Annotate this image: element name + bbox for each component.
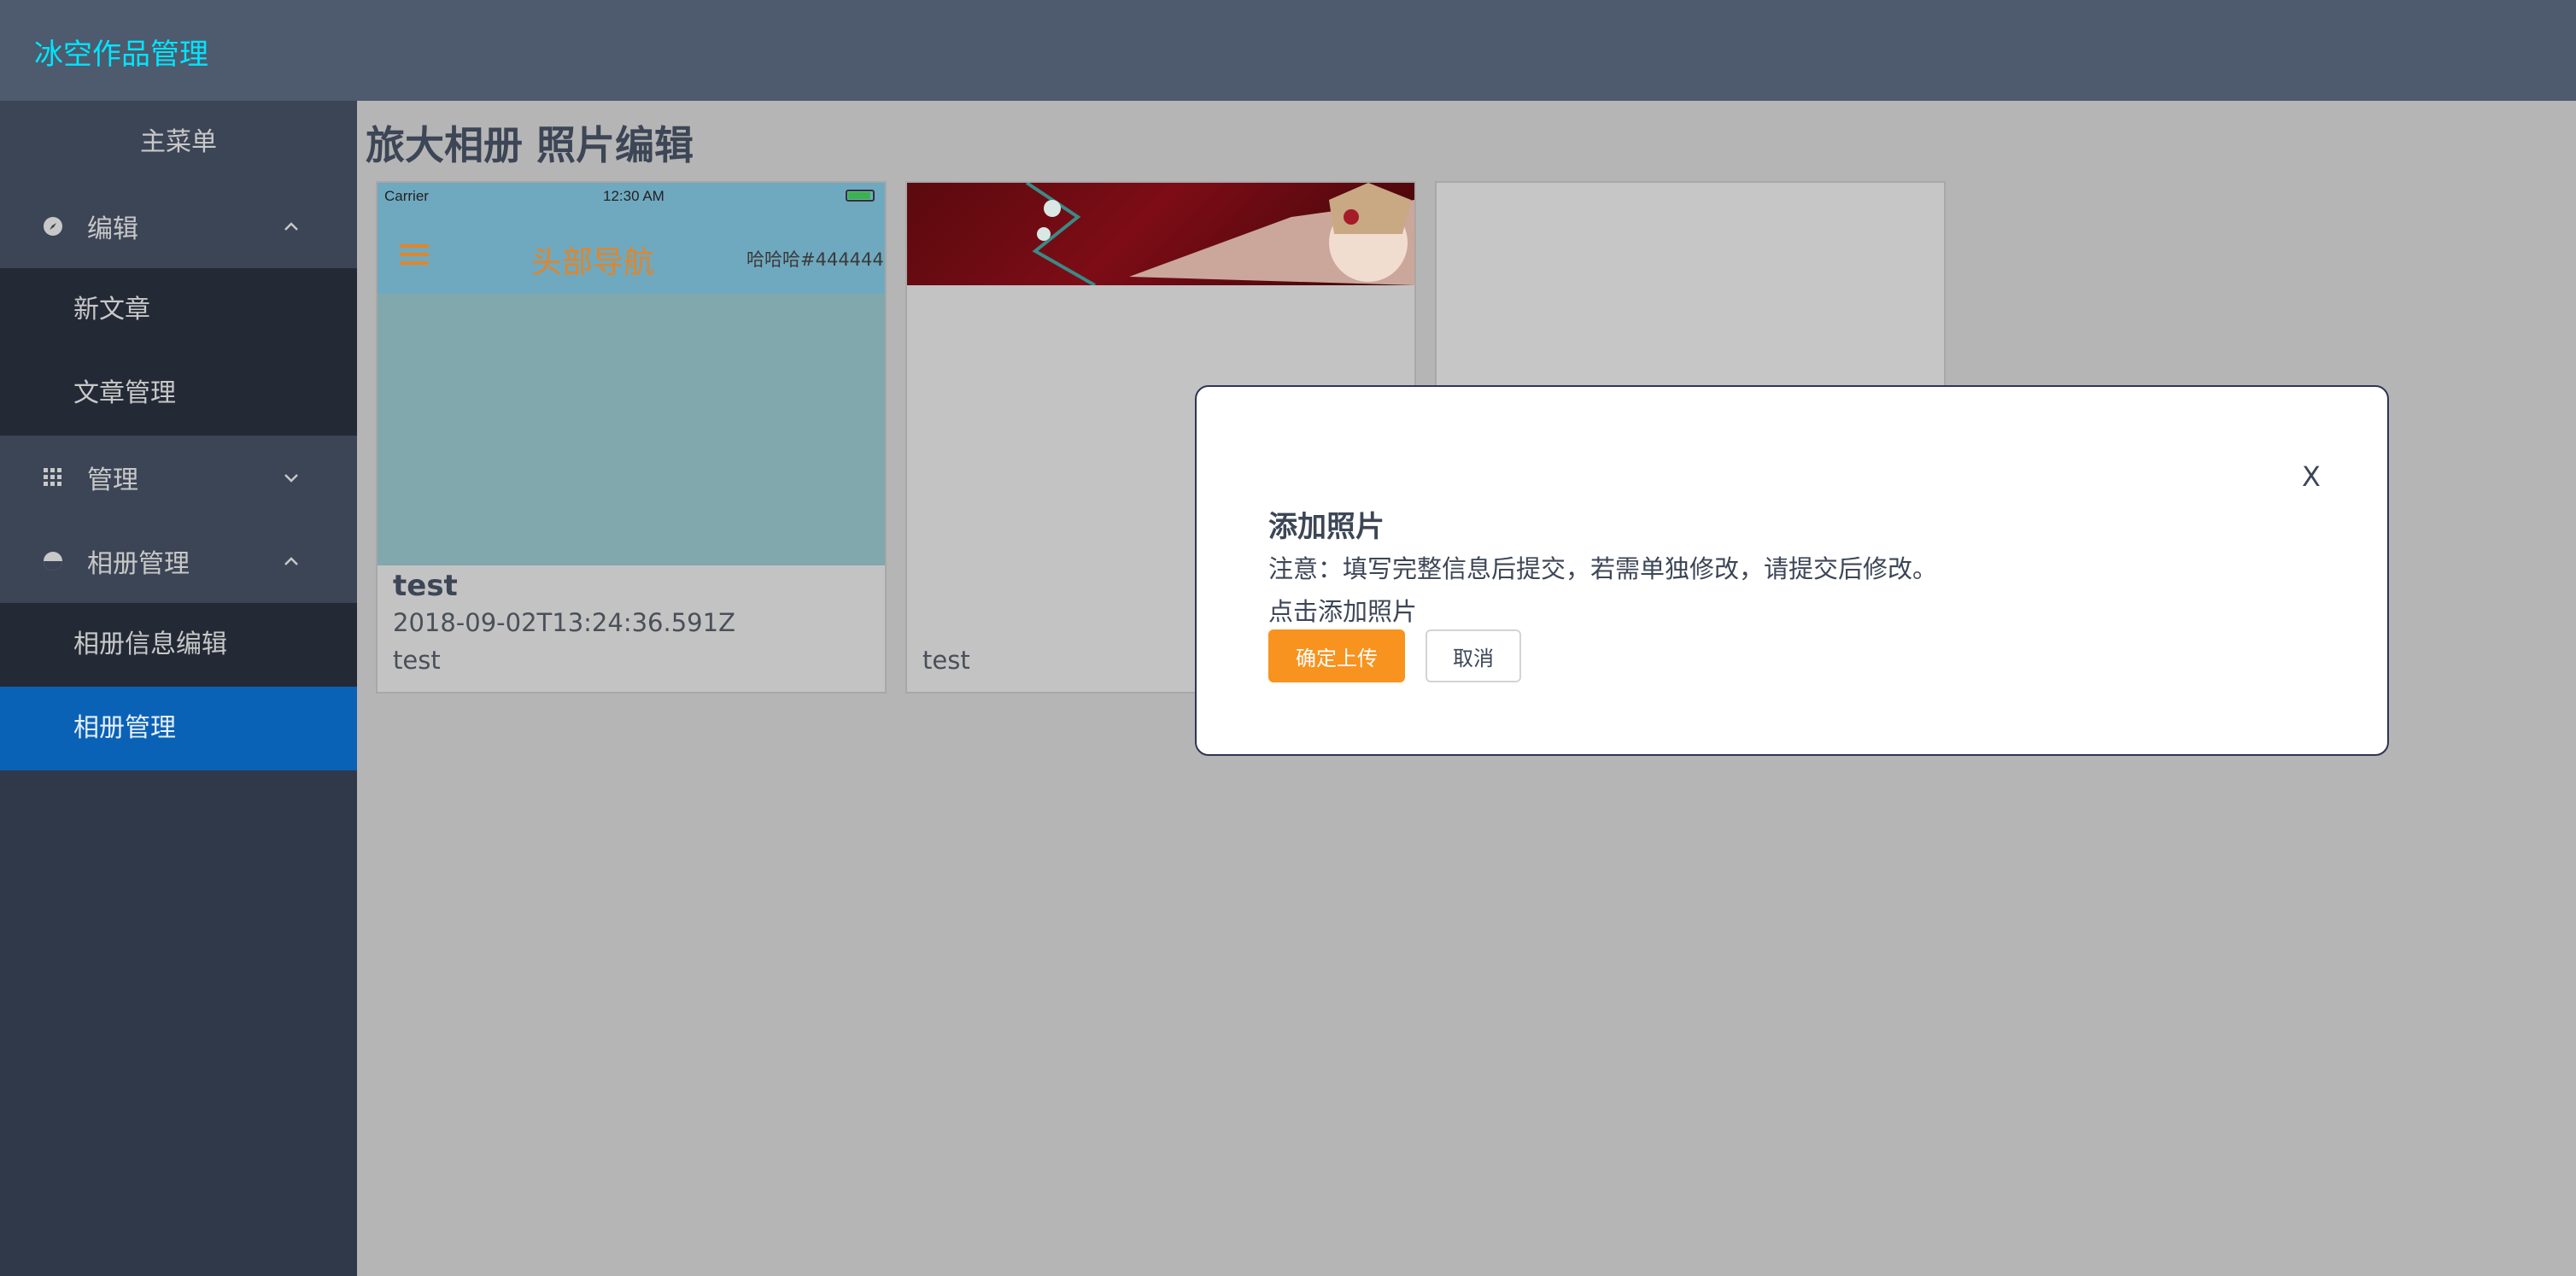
- sidebar-group-edit[interactable]: 编辑: [0, 184, 357, 268]
- sidebar-group-label: 编辑: [87, 214, 138, 244]
- main-content: 旅大相册 照片编辑 Carrier 12:30 AM 头部导航 哈哈哈#4444…: [357, 101, 2576, 1276]
- sidebar-group-album[interactable]: 相册管理: [0, 519, 357, 603]
- modal-title: 添加照片: [1268, 510, 1385, 544]
- add-photo-modal: X 添加照片 注意：填写完整信息后提交，若需单独修改，请提交后修改。 点击添加照…: [1195, 385, 2389, 756]
- sidebar-group-label: 管理: [87, 465, 138, 495]
- phone-nav-title: 头部导航: [531, 245, 655, 280]
- card-description: test: [922, 646, 970, 675]
- card-date: 2018-09-02T13:24:36.591Z: [393, 608, 735, 637]
- close-button[interactable]: X: [2302, 460, 2321, 493]
- photo-card[interactable]: Carrier 12:30 AM 头部导航 哈哈哈#444444 test 20…: [376, 181, 887, 694]
- card-title: test: [393, 569, 458, 603]
- sidebar: 主菜单 编辑 新文章 文章管理 管理 相册管理 相册信息编辑 相册管理: [0, 101, 357, 1276]
- sidebar-group-label: 相册管理: [87, 549, 190, 579]
- top-bar: 冰空作品管理: [0, 0, 2576, 101]
- photo-thumbnail: [907, 183, 1414, 285]
- cancel-button[interactable]: 取消: [1426, 629, 1521, 682]
- app-brand[interactable]: 冰空作品管理: [34, 31, 208, 73]
- chevron-up-icon: [284, 222, 298, 231]
- modal-note: 注意：填写完整信息后提交，若需单独修改，请提交后修改。: [1268, 554, 1938, 583]
- sidebar-item-article-manage[interactable]: 文章管理: [0, 352, 357, 436]
- grid-icon: [44, 468, 61, 486]
- sidebar-menu-title: 主菜单: [0, 101, 357, 184]
- add-photo-link[interactable]: 点击添加照片: [1268, 592, 1417, 628]
- hamburger-icon: [400, 244, 429, 265]
- carrier-label: Carrier: [384, 188, 429, 204]
- phone-nav-right: 哈哈哈#444444: [746, 249, 884, 270]
- phone-status-bar: Carrier 12:30 AM: [378, 183, 885, 208]
- card-description: test: [393, 646, 441, 675]
- phone-body: [378, 294, 885, 565]
- sidebar-group-manage[interactable]: 管理: [0, 436, 357, 519]
- photo-thumbnail: Carrier 12:30 AM 头部导航 哈哈哈#444444: [378, 183, 885, 565]
- confirm-upload-button[interactable]: 确定上传: [1268, 629, 1405, 682]
- phone-nav-bar: 头部导航 哈哈哈#444444: [378, 208, 885, 294]
- compass-icon: [44, 217, 62, 236]
- clock-label: 12:30 AM: [603, 188, 664, 204]
- pie-icon: [44, 552, 62, 571]
- sidebar-item-album-manage[interactable]: 相册管理: [0, 687, 357, 770]
- battery-icon: [846, 190, 875, 202]
- chevron-down-icon: [284, 474, 298, 483]
- sidebar-item-album-info-edit[interactable]: 相册信息编辑: [0, 603, 357, 687]
- chevron-up-icon: [284, 557, 298, 565]
- page-title: 旅大相册 照片编辑: [366, 122, 694, 168]
- anime-illustration-image: [1025, 183, 1414, 285]
- sidebar-item-new-article[interactable]: 新文章: [0, 268, 357, 352]
